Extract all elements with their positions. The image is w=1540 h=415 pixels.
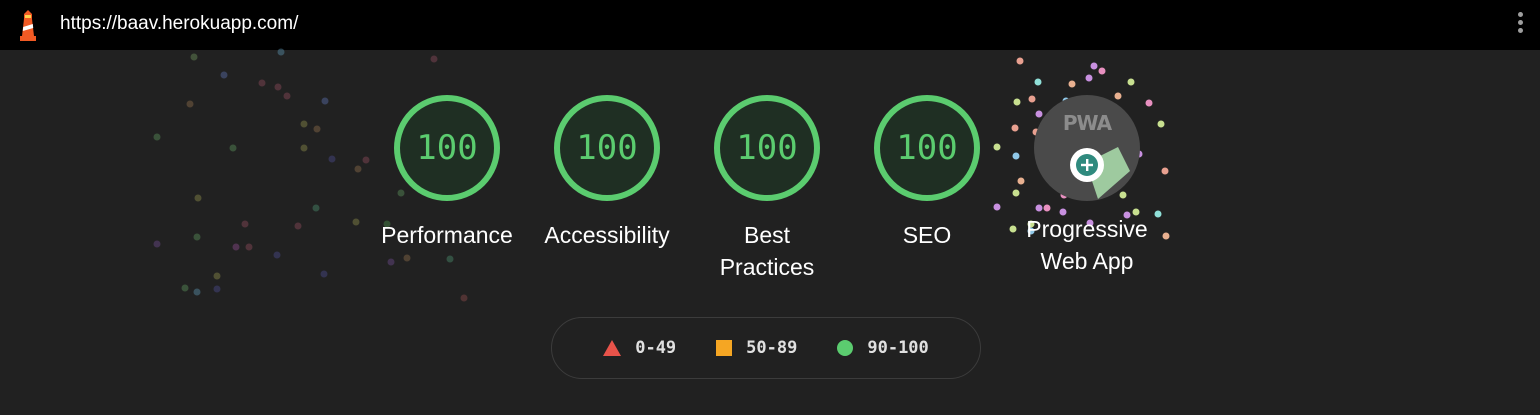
score-value: 100 [736,128,798,168]
url-text[interactable]: https://baav.herokuapp.com/ [60,13,298,35]
pwa-badge: PWA [1034,95,1140,201]
score-value: 100 [576,128,638,168]
legend-pass: 90-100 [837,338,929,358]
gauge-label-line1: Progressive [1026,216,1148,242]
legend-average: 50-89 [716,338,797,358]
gauge-pwa[interactable]: PWA Progressive Web App [962,95,1212,277]
score-value: 100 [416,128,478,168]
score-legend: 0-49 50-89 90-100 [551,317,981,379]
square-icon [716,340,733,356]
lighthouse-icon [20,10,36,41]
score-value: 100 [896,128,958,168]
browser-topbar: https://baav.herokuapp.com/ [0,0,1540,50]
circle-icon [837,340,854,356]
legend-average-text: 50-89 [746,338,798,358]
gauge-label-line2: Practices [719,254,815,280]
gauge-label: Progressive Web App [962,213,1212,277]
triangle-icon [603,340,622,356]
vertical-dots-icon[interactable] [1516,12,1524,38]
legend-pass-text: 90-100 [867,338,929,358]
legend-fail: 0-49 [603,338,676,358]
plus-circle-icon [1070,147,1130,199]
legend-fail-text: 0-49 [635,338,677,358]
gauge-label-line2: Web App [1040,248,1134,274]
